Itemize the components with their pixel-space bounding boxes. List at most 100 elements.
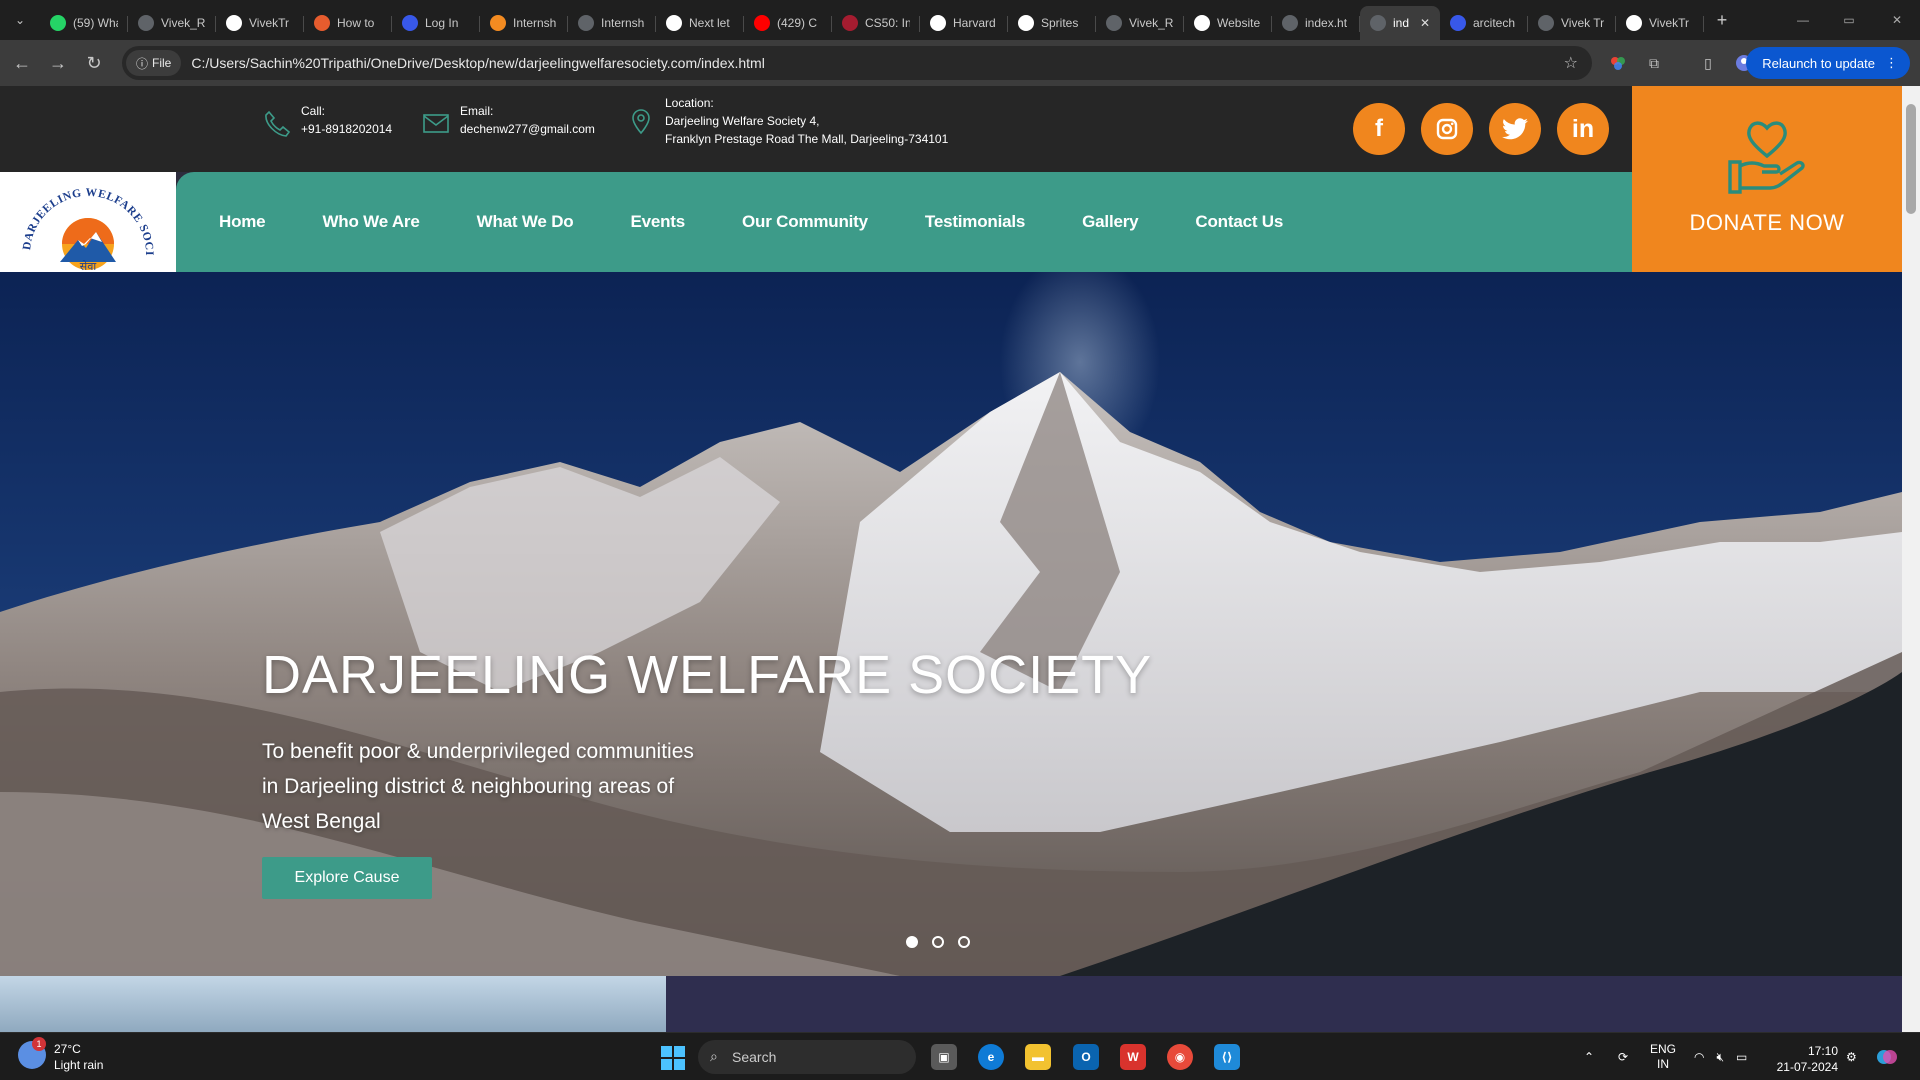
tab-title: Website [1217, 16, 1261, 30]
outlook-icon[interactable]: O [1073, 1044, 1099, 1070]
url-text[interactable]: C:/Users/Sachin%20Tripathi/OneDrive/Desk… [191, 55, 764, 71]
x-icon [1018, 15, 1034, 31]
email-value[interactable]: dechenw277@gmail.com [460, 120, 595, 138]
vscode-icon[interactable]: ⟨⟩ [1214, 1044, 1240, 1070]
twitter-button[interactable] [1489, 103, 1541, 155]
more-menu-icon: ⋮ [1885, 55, 1898, 70]
browser-tab[interactable]: index.ht [1272, 6, 1360, 40]
start-button[interactable] [661, 1046, 685, 1070]
back-arrow-icon: ← [13, 52, 31, 73]
location-line1: Darjeeling Welfare Society 4, [665, 114, 820, 128]
slider-dot-3[interactable] [958, 936, 970, 948]
nav-our-community[interactable]: Our Community [742, 212, 868, 232]
browser-tab[interactable]: Next let [656, 6, 744, 40]
nav-what-we-do[interactable]: What We Do [477, 212, 574, 232]
globe-icon [1106, 15, 1122, 31]
slider-dot-2[interactable] [932, 936, 944, 948]
site-info-chip[interactable]: ⓘ File [126, 50, 182, 76]
relaunch-to-update-button[interactable]: Relaunch to update ⋮ [1746, 47, 1910, 79]
system-clock[interactable]: 17:10 21-07-2024 [1777, 1043, 1838, 1075]
color-picker-extension-icon[interactable] [1608, 53, 1628, 73]
new-tab-button[interactable]: + [1708, 6, 1736, 34]
scrollbar-thumb[interactable] [1906, 104, 1916, 214]
browser-tab[interactable]: Website [1184, 6, 1272, 40]
browser-tab[interactable]: Vivek_R [1096, 6, 1184, 40]
file-explorer-icon[interactable]: ▬ [1025, 1044, 1051, 1070]
call-value[interactable]: +91-8918202014 [301, 120, 392, 138]
nav-who-we-are[interactable]: Who We Are [322, 212, 419, 232]
task-view-icon[interactable]: ▣ [931, 1044, 957, 1070]
close-window-button[interactable]: ✕ [1874, 0, 1920, 40]
address-bar[interactable]: ⓘ File C:/Users/Sachin%20Tripathi/OneDri… [122, 46, 1592, 80]
browser-tab[interactable]: How to [304, 6, 392, 40]
browser-tab[interactable]: Vivek Tr [1528, 6, 1616, 40]
slider-dot-1[interactable] [906, 936, 918, 948]
weather-widget[interactable]: 1 27°C Light rain [18, 1037, 103, 1073]
copilot-icon[interactable] [1876, 1033, 1898, 1080]
minimize-button[interactable]: — [1780, 0, 1826, 40]
wps-office-icon[interactable]: W [1120, 1044, 1146, 1070]
quick-settings[interactable]: ◠ 🔇︎ ▭ [1694, 1033, 1747, 1080]
phone-icon [265, 110, 291, 137]
sync-icon[interactable]: ⟳ [1618, 1033, 1628, 1080]
chatgpt-icon [666, 15, 682, 31]
page-scrollbar[interactable] [1902, 86, 1920, 1032]
browser-tab[interactable]: Harvard [920, 6, 1008, 40]
forward-button[interactable]: → [40, 45, 76, 81]
explore-cause-button[interactable]: Explore Cause [262, 857, 432, 899]
language-indicator[interactable]: ENG IN [1650, 1033, 1676, 1080]
contact-location: Location: Darjeeling Welfare Society 4, … [626, 94, 948, 148]
browser-tab[interactable]: Internsh [480, 6, 568, 40]
nav-gallery[interactable]: Gallery [1082, 212, 1138, 232]
instagram-button[interactable] [1421, 103, 1473, 155]
windows-logo-icon [661, 1046, 672, 1057]
notification-bell-icon[interactable]: ⚙ [1846, 1033, 1857, 1080]
tab-close-icon[interactable]: ✕ [1420, 16, 1430, 30]
file-chip-label: File [152, 56, 172, 70]
search-icon: ⌕ [710, 1048, 718, 1064]
tab-active[interactable]: ind ✕ [1360, 6, 1440, 40]
tab-title: VivekTr [249, 16, 290, 30]
browser-tab[interactable]: Log In [392, 6, 480, 40]
whatsapp-icon [50, 15, 66, 31]
facebook-icon: f [1375, 115, 1383, 142]
globe-icon [1370, 15, 1386, 31]
facebook-button[interactable]: f [1353, 103, 1405, 155]
taskbar-search-placeholder: Search [732, 1049, 777, 1065]
tab-title: Harvard [953, 16, 996, 30]
browser-tab[interactable]: (429) C [744, 6, 832, 40]
bookmark-star-icon[interactable]: ☆ [1564, 53, 1578, 73]
taskbar-search-box[interactable]: ⌕ Search [698, 1040, 916, 1074]
tab-search-button[interactable]: ⌄ [0, 0, 40, 40]
maximize-button[interactable]: ▭ [1826, 0, 1872, 40]
reload-button[interactable]: ↻ [76, 45, 112, 81]
browser-tab[interactable]: arcitech [1440, 6, 1528, 40]
tab-title: Log In [425, 16, 459, 30]
browser-tab[interactable]: VivekTr [216, 6, 304, 40]
nav-events[interactable]: Events [630, 212, 685, 232]
browser-tab[interactable]: CS50: In [832, 6, 920, 40]
tab-title: CS50: In [865, 16, 910, 30]
website-viewport: Call: +91-8918202014 Email: dechenw277@g… [0, 86, 1902, 1032]
linkedin-button[interactable]: in [1557, 103, 1609, 155]
minimize-icon: — [1797, 13, 1809, 27]
donate-now-button[interactable]: DONATE NOW [1632, 86, 1902, 272]
back-button[interactable]: ← [4, 45, 40, 81]
side-panel-icon[interactable]: ▯ [1698, 53, 1718, 73]
browser-tab[interactable]: VivekTr [1616, 6, 1704, 40]
site-logo[interactable]: DARJEELING WELFARE SOCIETY सेवा [0, 163, 176, 273]
browser-tab[interactable]: Vivek_R [128, 6, 216, 40]
nav-testimonials[interactable]: Testimonials [925, 212, 1025, 232]
browser-toolbar: ← → ↻ ⓘ File C:/Users/Sachin%20Tripathi/… [0, 40, 1920, 86]
volume-muted-icon: 🔇︎ [1716, 1049, 1725, 1064]
tab-title: Vivek Tr [1561, 16, 1605, 30]
browser-tab[interactable]: Internsh [568, 6, 656, 40]
edge-browser-icon[interactable]: e [978, 1044, 1004, 1070]
nav-contact-us[interactable]: Contact Us [1195, 212, 1283, 232]
nav-home[interactable]: Home [219, 212, 266, 232]
show-hidden-icons-button[interactable]: ⌃ [1584, 1033, 1594, 1080]
browser-tab[interactable]: Sprites [1008, 6, 1096, 40]
browser-tab[interactable]: (59) WhatsApp [40, 6, 128, 40]
extensions-puzzle-icon[interactable]: ⧉ [1644, 53, 1664, 73]
chrome-browser-icon[interactable]: ◉ [1167, 1044, 1193, 1070]
